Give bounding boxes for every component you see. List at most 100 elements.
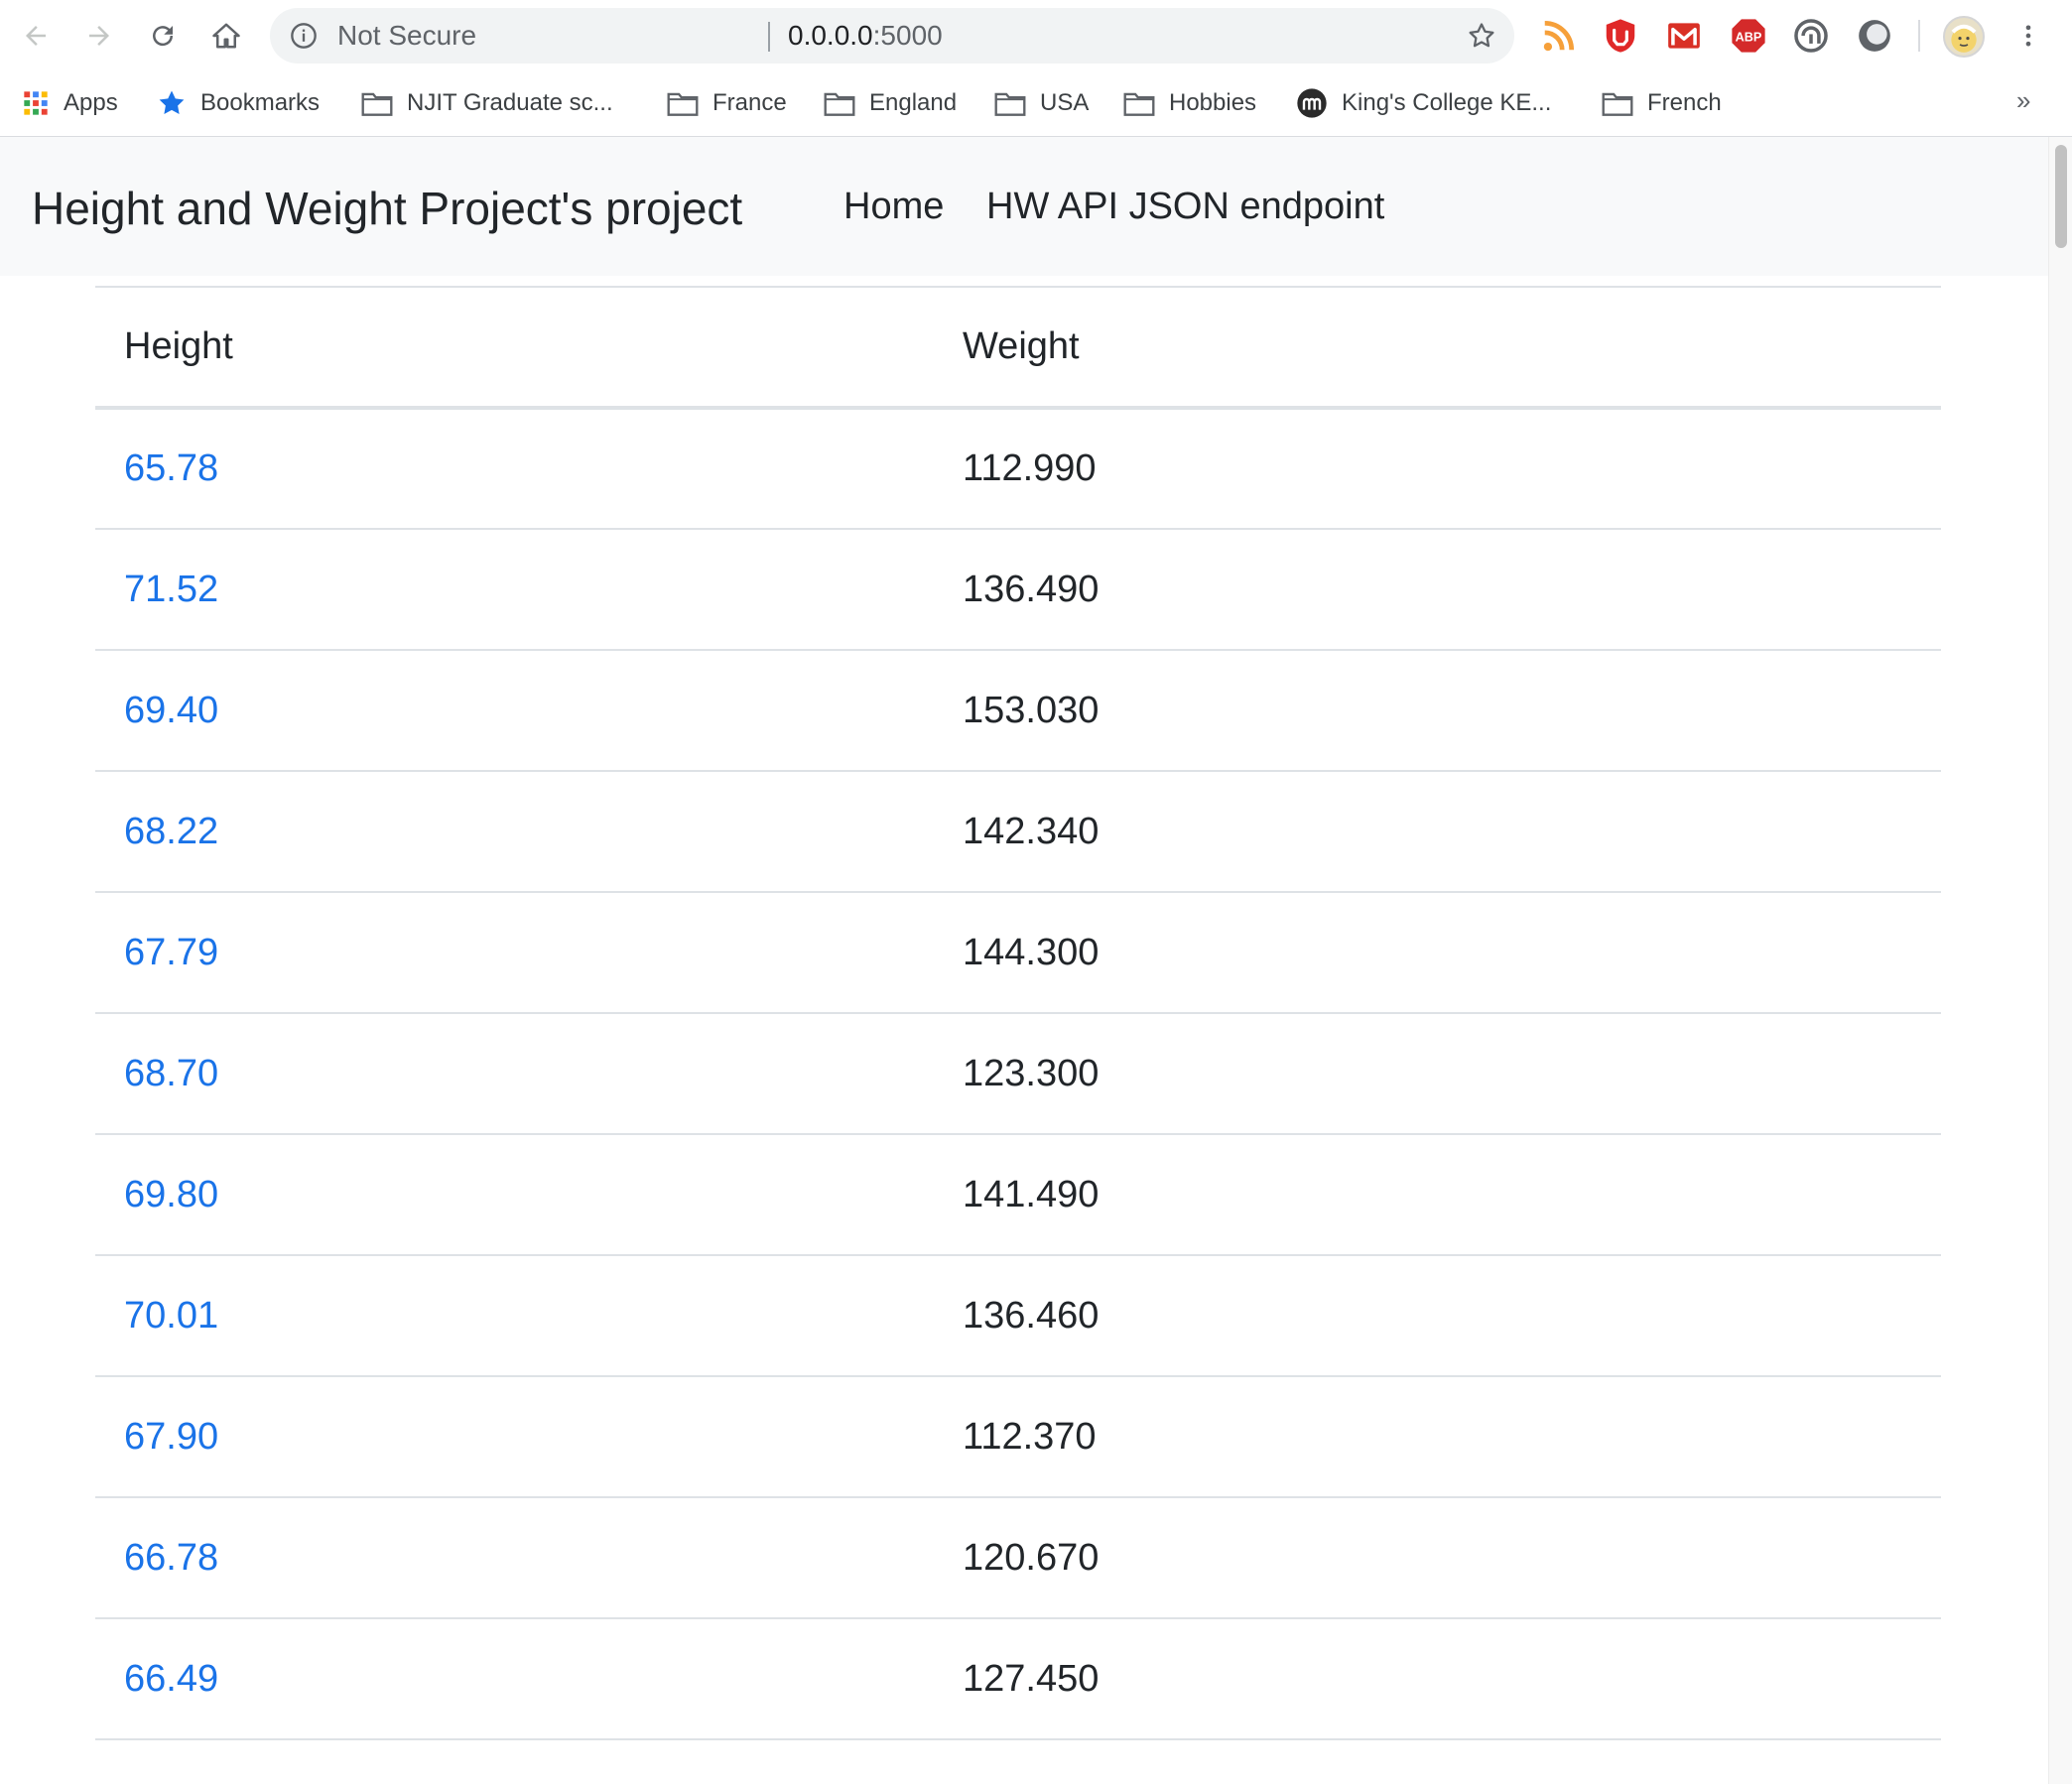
bookmark-folder-france[interactable]: France	[667, 83, 787, 123]
height-link[interactable]: 68.70	[124, 1053, 218, 1094]
folder-icon	[824, 92, 855, 116]
weight-value: 136.460	[934, 1254, 1941, 1376]
page-scrollbar[interactable]	[2048, 137, 2072, 1784]
security-label[interactable]: Not Secure	[337, 22, 476, 50]
dark-mode-icon[interactable]	[1856, 17, 1893, 55]
table-row: 69.80 141.490	[95, 1133, 1941, 1255]
bookmark-label: King's College KE...	[1342, 89, 1552, 116]
weight-value: 123.300	[934, 1012, 1941, 1134]
table-row: 67.90 112.370	[95, 1375, 1941, 1497]
table-row: 70.01 136.460	[95, 1254, 1941, 1376]
address-bar[interactable]: Not Secure 0.0.0.0:5000	[270, 8, 1514, 64]
home-button[interactable]	[202, 12, 250, 60]
bookmark-label: France	[712, 89, 787, 116]
height-link[interactable]: 66.49	[124, 1658, 218, 1700]
bookmark-label: Apps	[64, 89, 118, 116]
adblock-plus-icon[interactable]: ABP	[1730, 17, 1767, 55]
scrollbar-thumb[interactable]	[2055, 145, 2067, 248]
arrow-right-icon	[89, 26, 109, 46]
back-button[interactable]	[12, 12, 60, 60]
arrow-left-icon	[26, 26, 46, 46]
bookmark-label: NJIT Graduate sc...	[407, 89, 613, 116]
folder-icon	[667, 92, 699, 116]
table-row: 66.49 127.450	[95, 1617, 1941, 1740]
height-link[interactable]: 68.22	[124, 811, 218, 852]
column-header-weight: Weight	[934, 286, 1941, 410]
avatar-face-icon	[1951, 24, 1977, 53]
fingerprint-icon[interactable]	[1792, 17, 1830, 55]
svg-text:ABP: ABP	[1736, 31, 1762, 45]
forward-button[interactable]	[75, 12, 123, 60]
gmail-icon[interactable]	[1665, 17, 1703, 55]
profile-avatar[interactable]	[1943, 16, 1985, 58]
bookmark-star-icon[interactable]	[1467, 21, 1496, 51]
moodle-icon	[1297, 88, 1327, 118]
weight-value: 112.990	[934, 407, 1941, 529]
bookmark-label: French	[1647, 89, 1722, 116]
weight-value: 112.370	[934, 1375, 1941, 1497]
site-brand[interactable]: Height and Weight Project's project	[32, 183, 742, 234]
nav-api-link[interactable]: HW API JSON endpoint	[986, 185, 1384, 228]
bookmark-folder-njit[interactable]: NJIT Graduate sc...	[361, 83, 613, 123]
address-separator	[768, 22, 770, 52]
reload-icon	[153, 26, 174, 47]
column-header-height: Height	[95, 286, 934, 410]
bookmark-label: USA	[1040, 89, 1090, 116]
home-icon	[212, 23, 240, 49]
reload-button[interactable]	[139, 12, 187, 60]
apps-grid-icon	[24, 91, 48, 115]
folder-icon	[361, 92, 393, 116]
folder-icon	[1602, 92, 1633, 116]
table-row: 69.40 153.030	[95, 649, 1941, 771]
toolbar-separator	[1918, 20, 1920, 52]
bookmark-folder-england[interactable]: England	[824, 83, 957, 123]
folder-icon	[1123, 92, 1155, 116]
bookmark-label: Bookmarks	[200, 89, 321, 116]
height-weight-table: Height Weight 65.78 112.990 71.52 136.49…	[95, 286, 1941, 1740]
height-link[interactable]: 69.40	[124, 690, 218, 731]
height-link[interactable]: 69.80	[124, 1174, 218, 1215]
url-port: :5000	[872, 20, 943, 51]
table-row: 65.78 112.990	[95, 407, 1941, 529]
table-row: 67.79 144.300	[95, 891, 1941, 1013]
bookmark-folder-hobbies[interactable]: Hobbies	[1123, 83, 1256, 123]
table-row: 68.70 123.300	[95, 1012, 1941, 1134]
weight-value: 136.490	[934, 528, 1941, 650]
folder-icon	[994, 92, 1026, 116]
height-link[interactable]: 67.79	[124, 932, 218, 973]
info-icon[interactable]	[290, 22, 318, 50]
bookmark-label: England	[869, 89, 958, 116]
height-link[interactable]: 65.78	[124, 447, 218, 489]
height-link[interactable]: 70.01	[124, 1295, 218, 1337]
bookmark-label: Hobbies	[1169, 89, 1257, 116]
table-header-row: Height Weight	[95, 286, 1941, 410]
table-row: 68.22 142.340	[95, 770, 1941, 892]
bookmark-folder-french[interactable]: French	[1602, 83, 1722, 123]
table-row: 71.52 136.490	[95, 528, 1941, 650]
rss-icon[interactable]	[1540, 17, 1578, 55]
weight-value: 153.030	[934, 649, 1941, 771]
more-menu-icon[interactable]	[2014, 18, 2042, 54]
bookmark-apps[interactable]: Apps	[22, 83, 118, 123]
bookmarks-overflow-button[interactable]: »	[2016, 85, 2030, 116]
weight-value: 142.340	[934, 770, 1941, 892]
bookmarks-bar: Apps Bookmarks NJIT Graduate sc... Franc…	[0, 71, 2072, 137]
url-text[interactable]: 0.0.0.0:5000	[788, 22, 943, 50]
weight-value: 120.670	[934, 1496, 1941, 1618]
weight-value: 144.300	[934, 891, 1941, 1013]
ublock-icon[interactable]	[1602, 17, 1639, 55]
page-viewport: Height and Weight Project's project Home…	[0, 137, 2048, 1784]
height-link[interactable]: 66.78	[124, 1537, 218, 1579]
height-link[interactable]: 71.52	[124, 569, 218, 610]
height-link[interactable]: 67.90	[124, 1416, 218, 1458]
bookmark-folder-usa[interactable]: USA	[994, 83, 1089, 123]
nav-home-link[interactable]: Home	[843, 185, 944, 228]
star-icon	[159, 90, 185, 114]
url-host: 0.0.0.0	[788, 20, 873, 51]
weight-value: 127.450	[934, 1617, 1941, 1740]
weight-value: 141.490	[934, 1133, 1941, 1255]
bookmark-kings-college[interactable]: King's College KE...	[1296, 83, 1551, 123]
browser-toolbar: Not Secure 0.0.0.0:5000 ABP	[0, 0, 2072, 71]
bookmark-bookmarks[interactable]: Bookmarks	[157, 83, 320, 123]
site-navbar: Height and Weight Project's project Home…	[0, 137, 2048, 276]
